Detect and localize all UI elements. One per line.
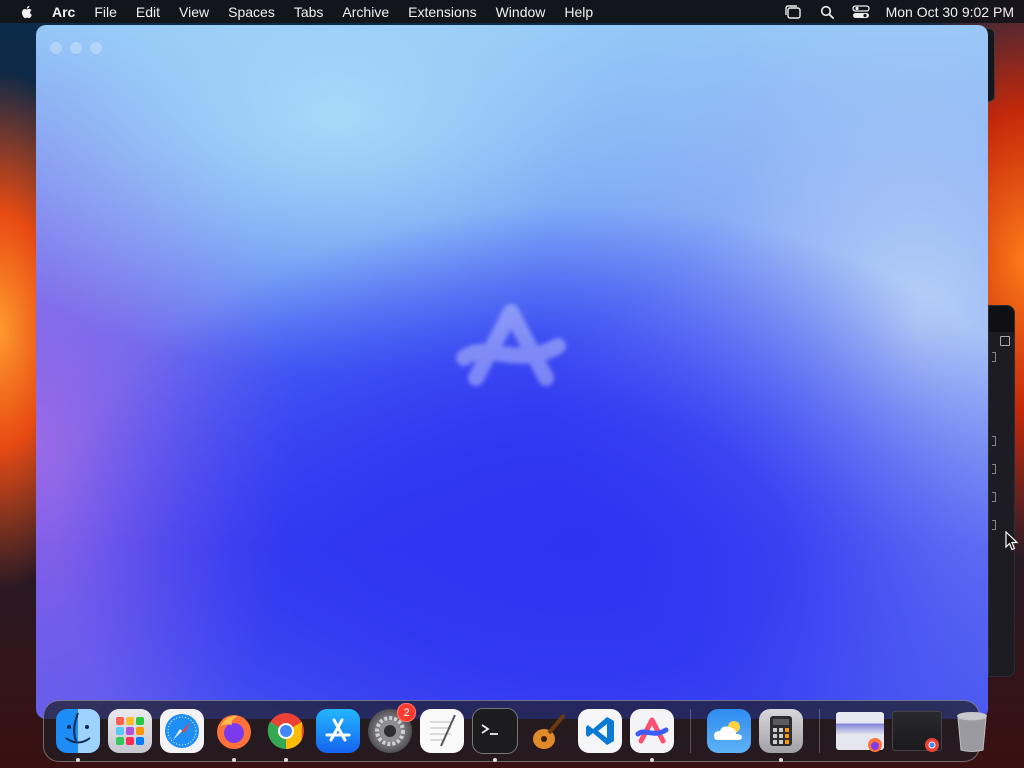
dock-calculator[interactable] xyxy=(759,709,803,762)
firefox-icon xyxy=(217,715,251,749)
menu-spaces[interactable]: Spaces xyxy=(228,4,275,20)
mouse-cursor-icon xyxy=(1005,531,1019,551)
close-window-button[interactable] xyxy=(50,42,62,54)
dock-vscode[interactable] xyxy=(578,709,622,753)
dock-arc[interactable] xyxy=(630,709,674,762)
calculator-icon xyxy=(770,716,792,746)
arc-logo-icon xyxy=(456,304,566,386)
arc-browser-window[interactable] xyxy=(36,25,988,719)
dock-textedit[interactable] xyxy=(420,709,464,753)
dock-garageband[interactable] xyxy=(526,709,570,753)
running-indicator xyxy=(284,758,288,762)
dock-trash[interactable] xyxy=(950,709,994,753)
notification-badge: 2 xyxy=(397,703,416,722)
bracket-icon xyxy=(992,520,996,530)
bracket-icon xyxy=(992,352,996,362)
terminal-icon xyxy=(481,724,498,735)
menu-view[interactable]: View xyxy=(179,4,209,20)
stage-manager-icon[interactable] xyxy=(784,4,802,20)
running-indicator xyxy=(650,758,654,762)
dock-separator xyxy=(690,709,691,753)
arc-icon xyxy=(635,717,669,744)
bracket-icon xyxy=(992,492,996,502)
menu-archive[interactable]: Archive xyxy=(342,4,389,20)
minimize-window-button[interactable] xyxy=(70,42,82,54)
running-indicator xyxy=(76,758,80,762)
bracket-icon xyxy=(992,464,996,474)
chrome-window-thumbnail[interactable] xyxy=(892,711,942,752)
dock-firefox[interactable] xyxy=(212,709,256,762)
chrome-icon xyxy=(925,738,939,752)
menu-edit[interactable]: Edit xyxy=(136,4,160,20)
textedit-icon xyxy=(430,714,456,747)
firefox-window-thumbnail[interactable] xyxy=(836,712,884,752)
weather-icon xyxy=(714,721,742,740)
control-center-icon[interactable] xyxy=(851,4,870,20)
bracket-icon xyxy=(992,436,996,446)
dock-chrome[interactable] xyxy=(264,709,308,762)
dock-finder[interactable] xyxy=(56,709,100,762)
trash-icon xyxy=(957,712,987,752)
garageband-icon xyxy=(533,713,566,749)
menu-file[interactable]: File xyxy=(94,4,117,20)
background-window-panel[interactable] xyxy=(988,305,1015,677)
dock-safari[interactable] xyxy=(160,709,204,753)
vscode-icon xyxy=(586,717,614,745)
running-indicator xyxy=(493,758,497,762)
dock-launchpad[interactable] xyxy=(108,709,152,753)
dock-separator xyxy=(819,709,820,753)
safari-icon xyxy=(165,714,199,748)
app-store-icon xyxy=(325,718,351,742)
spotlight-search-icon[interactable] xyxy=(818,4,836,20)
firefox-icon xyxy=(868,738,882,752)
dock-app-store[interactable] xyxy=(316,709,360,753)
menu-tabs[interactable]: Tabs xyxy=(294,4,324,20)
dock-terminal[interactable] xyxy=(472,708,518,762)
menu-extensions[interactable]: Extensions xyxy=(408,4,476,20)
menubar-clock[interactable]: Mon Oct 30 9:02 PM xyxy=(886,4,1014,20)
sidebar-toggle-icon[interactable] xyxy=(1000,336,1010,346)
dock-system-settings[interactable]: 2 xyxy=(368,703,416,753)
running-indicator xyxy=(232,758,236,762)
background-window-titlebar xyxy=(989,306,1014,332)
finder-icon xyxy=(65,712,91,744)
window-traffic-lights xyxy=(50,42,102,54)
apple-menu-icon[interactable] xyxy=(19,4,35,20)
menu-help[interactable]: Help xyxy=(564,4,593,20)
menu-window[interactable]: Window xyxy=(496,4,546,20)
menu-app-name[interactable]: Arc xyxy=(52,4,75,20)
menu-bar: Arc File Edit View Spaces Tabs Archive E… xyxy=(0,0,1024,23)
launchpad-icon xyxy=(116,717,144,745)
zoom-window-button[interactable] xyxy=(90,42,102,54)
running-indicator xyxy=(779,758,783,762)
dock-weather[interactable] xyxy=(707,709,751,753)
chrome-icon xyxy=(267,713,304,749)
dock: 2 xyxy=(43,700,987,762)
